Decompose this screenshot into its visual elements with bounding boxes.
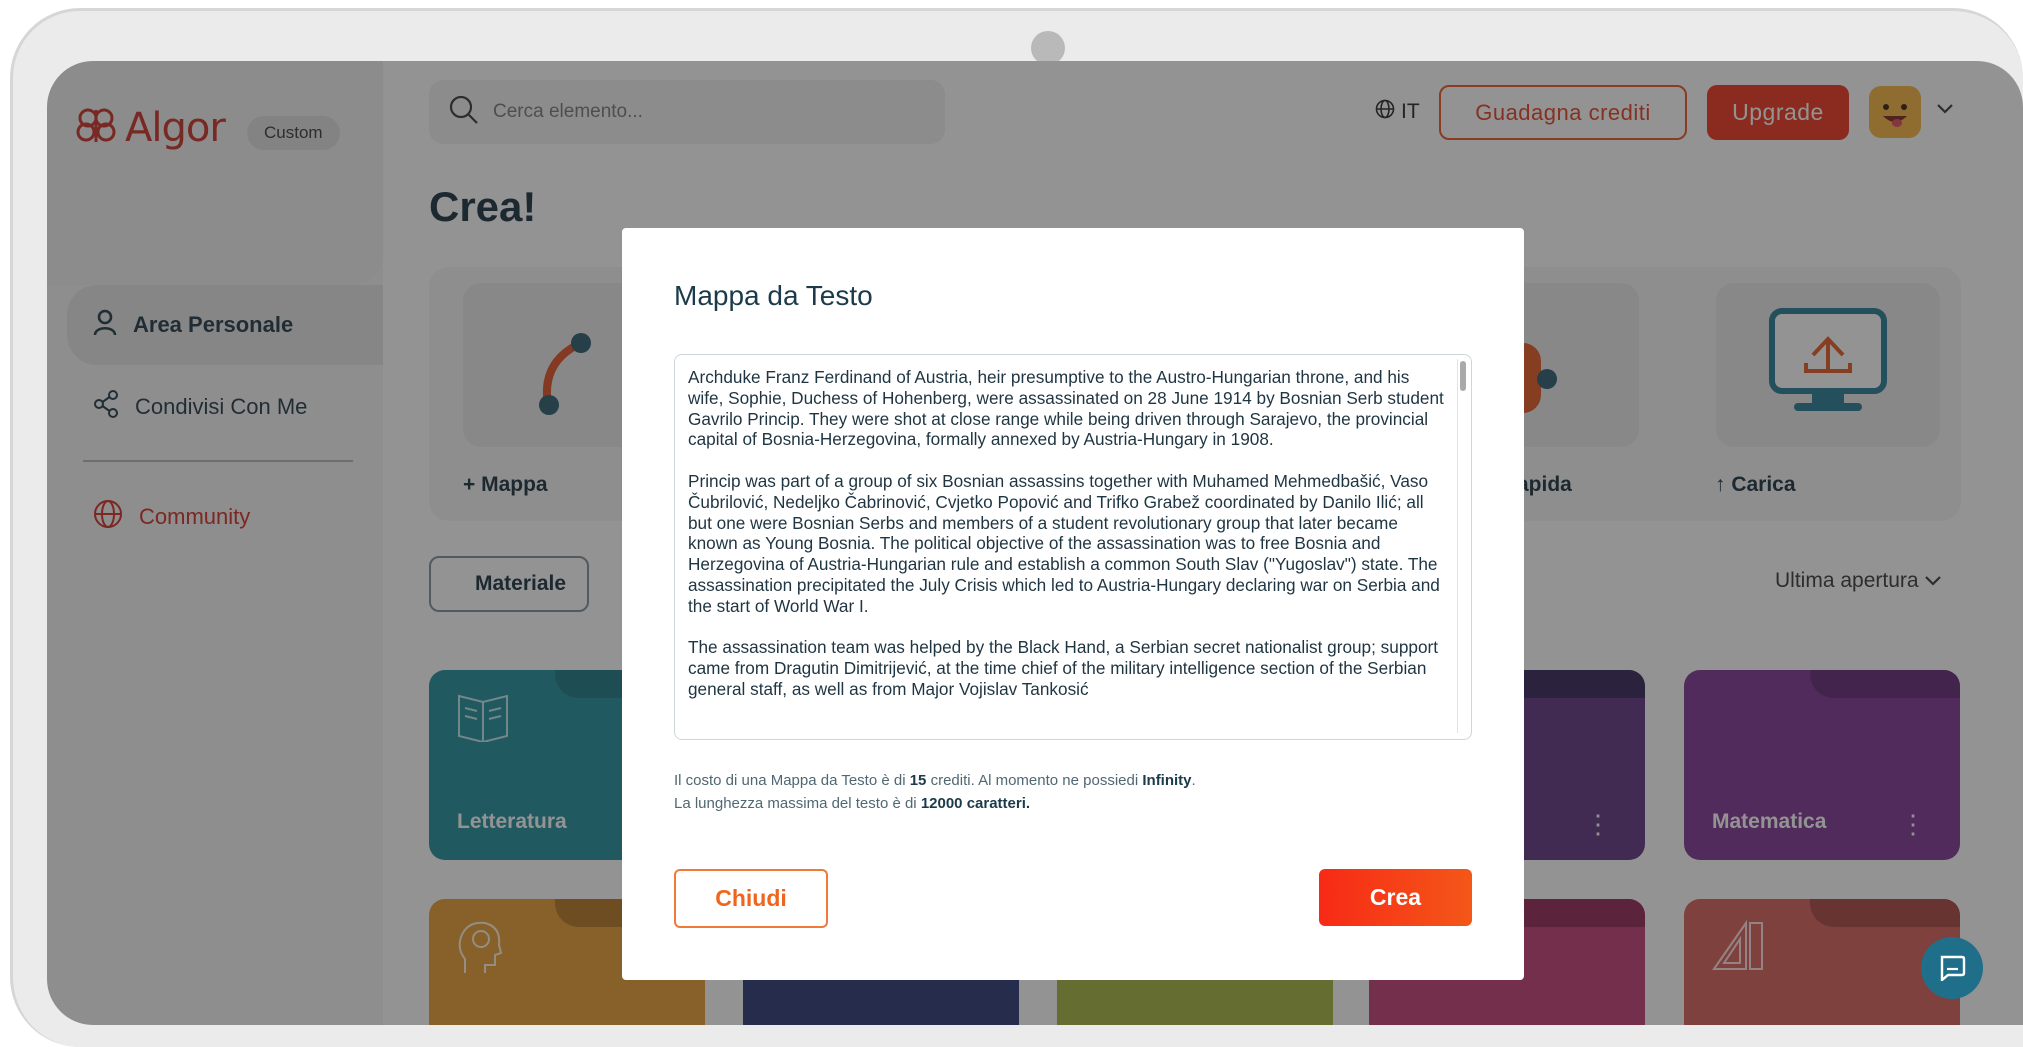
text-input-content[interactable]: Archduke Franz Ferdinand of Austria, hei…	[688, 367, 1448, 721]
text-paragraph: Princip was part of a group of six Bosni…	[688, 470, 1440, 616]
camera	[1031, 31, 1065, 65]
text-map-modal: Mappa da Testo Archduke Franz Ferdinand …	[622, 228, 1524, 980]
app-screen: Algor Custom Area Personale Condivisi Co…	[47, 61, 2023, 1025]
scrollbar-thumb[interactable]	[1460, 361, 1466, 391]
length-text: La lunghezza massima del testo è di	[674, 795, 921, 812]
cost-text: Il costo di una Mappa da Testo è di	[674, 772, 910, 789]
create-button[interactable]: Crea	[1319, 869, 1472, 926]
cost-info: Il costo di una Mappa da Testo è di 15 c…	[674, 772, 1196, 789]
modal-title: Mappa da Testo	[674, 280, 873, 311]
length-info: La lunghezza massima del testo è di 1200…	[674, 795, 1030, 812]
scrollbar[interactable]	[1457, 359, 1466, 733]
credit-balance: Infinity	[1142, 772, 1192, 789]
cost-credits: 15	[909, 772, 927, 789]
text-input-area[interactable]: Archduke Franz Ferdinand of Austria, hei…	[674, 354, 1472, 740]
chat-support-button[interactable]	[1921, 937, 1983, 999]
chat-icon	[1940, 955, 1966, 981]
length-max: 12000 caratteri.	[920, 795, 1031, 812]
cost-text: .	[1191, 772, 1196, 789]
cost-text: crediti. Al momento ne possiedi	[926, 772, 1143, 789]
text-paragraph: Archduke Franz Ferdinand of Austria, hei…	[688, 367, 1444, 450]
close-button[interactable]: Chiudi	[674, 869, 828, 928]
text-paragraph: The assassination team was helped by the…	[688, 637, 1438, 699]
